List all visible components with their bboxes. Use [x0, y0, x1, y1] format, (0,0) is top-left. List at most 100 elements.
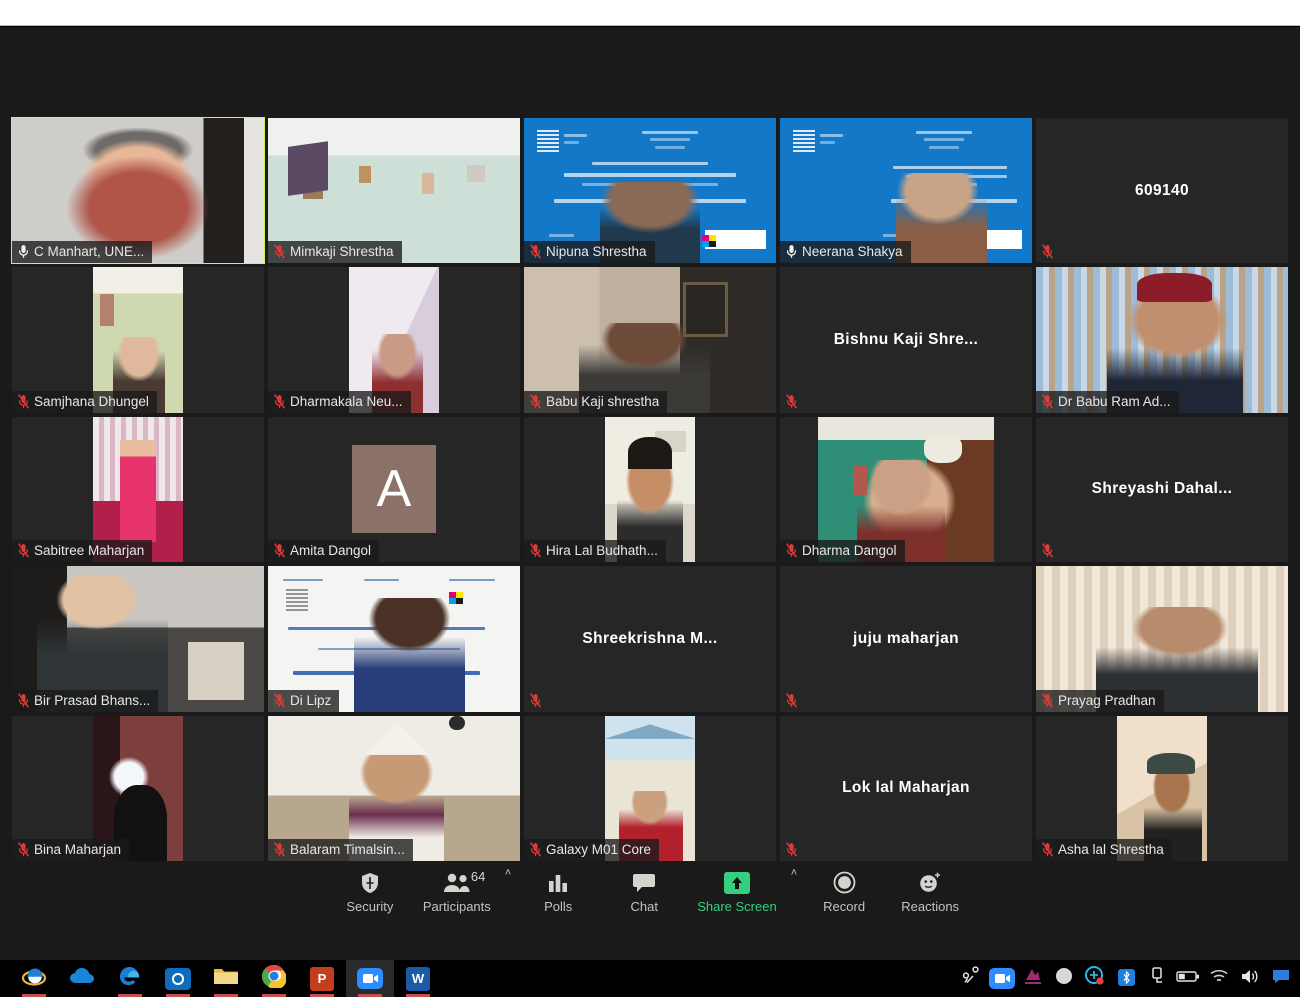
tray-cortana[interactable]: [1053, 968, 1075, 990]
participant-nameplate: Dr Babu Ram Ad...: [1036, 390, 1179, 413]
tray-bluetooth[interactable]: [1115, 968, 1137, 990]
speech-bubble-icon: [632, 871, 656, 895]
participant-name: Di Lipz: [290, 692, 332, 708]
participant-tile[interactable]: Di Lipz: [268, 566, 520, 712]
participant-tile[interactable]: Nipuna Shrestha: [524, 118, 776, 264]
participant-tile[interactable]: Samjhana Dhungel: [12, 267, 264, 413]
toolbar-reactions-label: Reactions: [901, 898, 960, 914]
participant-tile[interactable]: Bina Maharjan: [12, 715, 264, 861]
tray-action-center[interactable]: [1270, 968, 1292, 990]
participant-nameplate: [1036, 241, 1061, 263]
participant-name: Bir Prasad Bhans...: [34, 692, 151, 708]
participant-nameplate: Dharmakala Neu...: [268, 390, 411, 413]
tray-share-nearby[interactable]: [960, 966, 982, 991]
meeting-toolbar: Security 64 Participants ˄ Polls Chat Share Sc…: [0, 861, 1300, 923]
taskbar-app-edge[interactable]: [106, 960, 154, 997]
toolbar-reactions-button[interactable]: Reactions: [887, 869, 973, 916]
tray-nitro[interactable]: [1022, 968, 1044, 990]
tray-volume[interactable]: [1239, 968, 1261, 990]
participant-name-centered: Lok lal Maharjan: [842, 779, 970, 797]
participant-tile[interactable]: Dharmakala Neu...: [268, 267, 520, 413]
participant-tile[interactable]: Hira Lal Budhath...: [524, 416, 776, 563]
word-icon: W: [406, 966, 430, 991]
participant-nameplate: Mimkaji Shrestha: [268, 241, 402, 264]
participant-tile[interactable]: Shreekrishna M...: [524, 566, 776, 712]
tray-usb-eject[interactable]: [1146, 967, 1168, 990]
participant-tile[interactable]: Galaxy M01 Core: [524, 715, 776, 861]
taskbar-app-outlook[interactable]: [154, 960, 202, 997]
participant-nameplate: Di Lipz: [268, 689, 340, 712]
participant-nameplate: Bir Prasad Bhans...: [12, 689, 159, 712]
toolbar-chat-label: Chat: [630, 898, 658, 914]
participant-nameplate: Hira Lal Budhath...: [524, 540, 666, 563]
participant-nameplate: [780, 391, 805, 413]
taskbar-app-file-explorer[interactable]: [202, 960, 250, 997]
mic-muted-icon: [530, 543, 541, 558]
participant-tile[interactable]: Asha lal Shrestha: [1036, 715, 1288, 861]
tray-battery[interactable]: [1176, 968, 1199, 990]
participant-tile[interactable]: Babu Kaji shrestha: [524, 267, 776, 413]
toolbar-record-label: Record: [823, 898, 866, 914]
shield-icon: [358, 871, 382, 895]
mic-muted-icon: [530, 244, 541, 260]
participant-tile[interactable]: Mimkaji Shrestha: [268, 118, 520, 264]
participant-nameplate: [1036, 540, 1061, 562]
participant-name-centered: juju maharjan: [853, 629, 959, 647]
nitro-icon: [1023, 966, 1043, 991]
chrome-icon: [261, 964, 287, 993]
mic-icon: [18, 245, 29, 259]
participant-tile[interactable]: Sabitree Maharjan: [12, 416, 264, 563]
zoom-icon: [357, 968, 383, 989]
participant-tile[interactable]: Bishnu Kaji Shre...: [780, 267, 1032, 413]
participant-tile[interactable]: Prayag Pradhan: [1036, 566, 1288, 712]
participant-tile[interactable]: Lok lal Maharjan: [780, 715, 1032, 861]
chevron-up-icon[interactable]: ˄: [501, 867, 515, 879]
top-chrome-strip: [0, 0, 1300, 26]
participant-nameplate: [780, 839, 805, 861]
participant-tile[interactable]: A Amita Dangol: [268, 416, 520, 563]
tray-zoom-tray[interactable]: [989, 968, 1015, 990]
taskbar-app-internet-explorer[interactable]: [10, 960, 58, 997]
mic-muted-icon: [786, 393, 797, 409]
toolbar-participants-button[interactable]: 64 Participants: [413, 869, 501, 916]
smiley-icon: [918, 871, 942, 895]
mic-muted-icon: [18, 692, 29, 708]
participant-tile[interactable]: Bir Prasad Bhans...: [12, 566, 264, 712]
participant-nameplate: C Manhart, UNE...: [12, 241, 153, 264]
participant-tile[interactable]: Dr Babu Ram Ad...: [1036, 267, 1288, 413]
toolbar-polls-label: Polls: [544, 898, 573, 914]
taskbar-app-onedrive[interactable]: [58, 960, 106, 997]
participant-tile[interactable]: Neerana Shakya: [780, 118, 1032, 264]
toolbar-record-button[interactable]: Record: [801, 869, 887, 916]
mic-muted-icon: [530, 692, 541, 708]
mic-muted-icon: [18, 393, 29, 409]
participant-nameplate: [780, 690, 805, 712]
participant-name-centered: 609140: [1134, 181, 1190, 199]
toolbar-security-label: Security: [346, 898, 394, 914]
windows-taskbar: PW: [0, 960, 1300, 997]
participant-name: Prayag Pradhan: [1058, 692, 1156, 708]
outlook-icon: [165, 967, 191, 990]
share-nodes-icon: [961, 966, 981, 991]
tray-wifi[interactable]: [1208, 968, 1230, 990]
participant-tile[interactable]: Dharma Dangol: [780, 416, 1032, 563]
participant-tile[interactable]: 609140: [1036, 118, 1288, 264]
taskbar-app-word[interactable]: W: [394, 960, 442, 997]
participant-tile[interactable]: Shreyashi Dahal...: [1036, 416, 1288, 563]
toolbar-chat-button[interactable]: Chat: [601, 869, 687, 916]
toolbar-security-button[interactable]: Security: [327, 869, 413, 916]
taskbar-app-powerpoint[interactable]: P: [298, 960, 346, 997]
chevron-up-icon[interactable]: ˄: [787, 867, 801, 879]
participant-tile[interactable]: C Manhart, UNE...: [11, 116, 265, 265]
toolbar-share-screen-button[interactable]: Share Screen: [687, 869, 787, 916]
zoom-meeting-window: C Manhart, UNE... Mimkaji Shrestha Nipuna …: [0, 27, 1300, 960]
participant-tile[interactable]: Balaram Timalsin...: [268, 715, 520, 861]
participant-nameplate: Asha lal Shrestha: [1036, 838, 1172, 861]
taskbar-apps: PW: [0, 960, 442, 997]
toolbar-polls-button[interactable]: Polls: [515, 869, 601, 916]
participant-tile[interactable]: juju maharjan: [780, 566, 1032, 712]
tray-teamviewer[interactable]: [1084, 966, 1106, 990]
taskbar-app-zoom[interactable]: [346, 960, 394, 997]
toolbar-participants-label: Participants: [422, 898, 491, 914]
taskbar-app-chrome[interactable]: [250, 960, 298, 997]
